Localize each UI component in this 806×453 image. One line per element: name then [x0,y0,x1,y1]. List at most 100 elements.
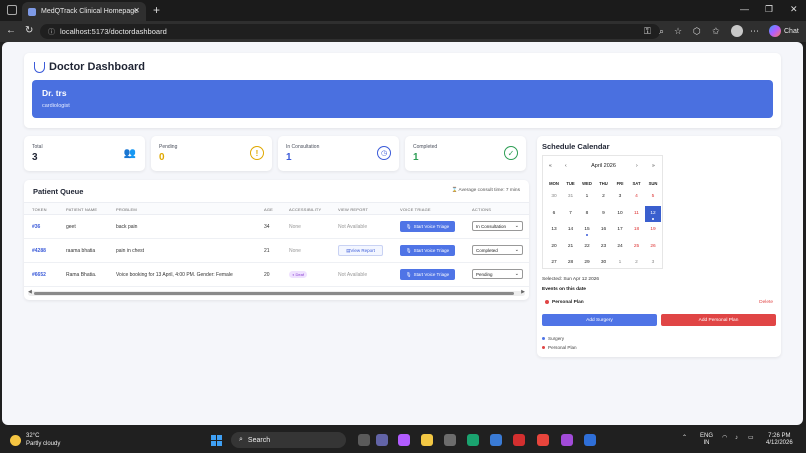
add-personal-plan-button[interactable]: Add Personal Plan [661,314,776,326]
calendar-day[interactable]: 10 [612,206,628,222]
extensions-icon[interactable]: ⬡ [693,26,701,37]
prev-year-icon[interactable]: « [549,163,552,169]
weather-widget[interactable]: 32°C Partly cloudy [10,432,60,448]
calendar-day[interactable]: 23 [596,239,612,255]
calendar-day[interactable]: 16 [596,222,612,238]
copilot-app-icon[interactable] [398,434,410,446]
calendar-day[interactable]: 4 [629,189,645,205]
temperature: 32°C [26,433,40,439]
start-voice-triage-button[interactable]: 🎙 Start Voice Triage [400,221,455,232]
close-window-icon[interactable]: ✕ [790,4,798,15]
calendar-day[interactable]: 25 [629,239,645,255]
calendar-day[interactable]: 26 [645,239,661,255]
profile-avatar[interactable] [731,25,743,37]
scroll-right-icon[interactable]: ▶ [521,289,525,295]
workspaces-icon[interactable] [7,5,17,15]
calendar-day[interactable]: 17 [612,222,628,238]
start-voice-triage-button[interactable]: 🎙 Start Voice Triage [400,245,455,256]
edge-icon[interactable] [467,434,479,446]
event-marker [586,234,588,236]
calendar-day[interactable]: 15 [579,222,595,238]
calendar-day[interactable]: 11 [629,206,645,222]
calendar-day[interactable]: 31 [563,189,579,205]
key-icon[interactable]: ⚿ [644,26,651,37]
scroll-left-icon[interactable]: ◀ [28,289,32,295]
task-view-icon[interactable] [358,434,370,446]
delete-event-button[interactable]: Delete [759,300,773,305]
teams-icon[interactable] [376,434,388,446]
calendar-day[interactable]: 24 [612,239,628,255]
calendar-day[interactable]: 3 [645,255,661,271]
calendar-day[interactable]: 29 [579,255,595,271]
favorite-star-icon[interactable]: ☆ [674,26,682,37]
back-icon[interactable]: ← [6,25,16,36]
chrome-icon[interactable] [537,434,549,446]
token-link[interactable]: #4288 [32,248,46,254]
calendar-day[interactable]: 28 [563,255,579,271]
calendar-day[interactable]: 19 [645,222,661,238]
token-link[interactable]: #36 [32,224,40,230]
tab-close-icon[interactable]: ✕ [133,6,140,15]
status-select[interactable]: In Consultation ⌄ [472,221,523,231]
new-tab-button[interactable]: + [153,3,160,17]
horizontal-scrollbar[interactable]: ◀ ▶ [28,289,525,296]
refresh-icon[interactable]: ↻ [25,25,33,36]
app-icon[interactable] [584,434,596,446]
calendar-day[interactable]: 18 [629,222,645,238]
calendar-day[interactable]: 12 [645,205,661,222]
mic-icon: 🎙 [405,247,412,253]
view-report-button[interactable]: ▤ View Report [338,245,383,256]
status-select[interactable]: Completed ⌄ [472,245,523,255]
legend-dot [542,337,545,341]
chat-button[interactable]: Chat [769,25,799,37]
minimize-icon[interactable]: — [740,4,749,14]
calendar-day[interactable]: 9 [596,206,612,222]
calendar-day[interactable]: 14 [563,222,579,238]
calendar-day[interactable]: 3 [612,189,628,205]
store-icon[interactable] [444,434,456,446]
favorites-icon[interactable]: ✩ [712,26,720,37]
scrollbar-thumb[interactable] [34,292,514,295]
calendar-day[interactable]: 21 [563,239,579,255]
battery-icon[interactable]: ▭ [748,435,754,442]
clock[interactable]: 7:26 PM 4/12/2026 [766,433,793,447]
url-field[interactable]: ⓘ localhost:5173/doctordashboard [40,24,660,39]
calendar-day[interactable]: 2 [629,255,645,271]
chrome-profile-icon[interactable] [561,434,573,446]
wifi-icon[interactable]: ◠ [722,435,727,442]
language-indicator[interactable]: ENG IN [700,433,713,447]
calendar-day[interactable]: 2 [596,189,612,205]
calendar-day[interactable]: 30 [546,189,562,205]
taskbar-search[interactable]: ⌕ Search [231,432,346,448]
calendar-day[interactable]: 6 [546,206,562,222]
volume-icon[interactable]: ♪ [735,435,738,442]
calendar-day[interactable]: 30 [596,255,612,271]
calendar-day[interactable]: 27 [546,255,562,271]
calendar-day[interactable]: 13 [546,222,562,238]
calendar-day[interactable]: 22 [579,239,595,255]
prev-month-icon[interactable]: ‹ [565,163,567,169]
mcafee-icon[interactable] [513,434,525,446]
status-value: Pending [476,272,493,277]
token-link[interactable]: #6652 [32,272,46,278]
schedule-calendar: Schedule Calendar April 2026 « ‹ › » MON… [537,136,781,357]
next-year-icon[interactable]: » [652,163,655,169]
vscode-icon[interactable] [490,434,502,446]
next-month-icon[interactable]: › [636,163,638,169]
more-menu-icon[interactable]: ⋯ [750,26,759,37]
calendar-day[interactable]: 1 [612,255,628,271]
windows-start-icon[interactable] [211,435,222,446]
browser-tab[interactable]: MedQTrack Clinical Homepage ✕ [22,2,146,21]
calendar-day[interactable]: 5 [645,189,661,205]
calendar-day[interactable]: 7 [563,206,579,222]
add-surgery-button[interactable]: Add Surgery [542,314,657,326]
calendar-day[interactable]: 8 [579,206,595,222]
file-explorer-icon[interactable] [421,434,433,446]
chevron-up-icon[interactable]: ⌃ [682,435,687,442]
maximize-icon[interactable]: ❐ [765,4,773,15]
zoom-icon[interactable]: ⌕ [659,26,664,37]
calendar-day[interactable]: 20 [546,239,562,255]
status-select[interactable]: Pending ⌄ [472,269,523,279]
calendar-day[interactable]: 1 [579,189,595,205]
start-voice-triage-button[interactable]: 🎙 Start Voice Triage [400,269,455,280]
